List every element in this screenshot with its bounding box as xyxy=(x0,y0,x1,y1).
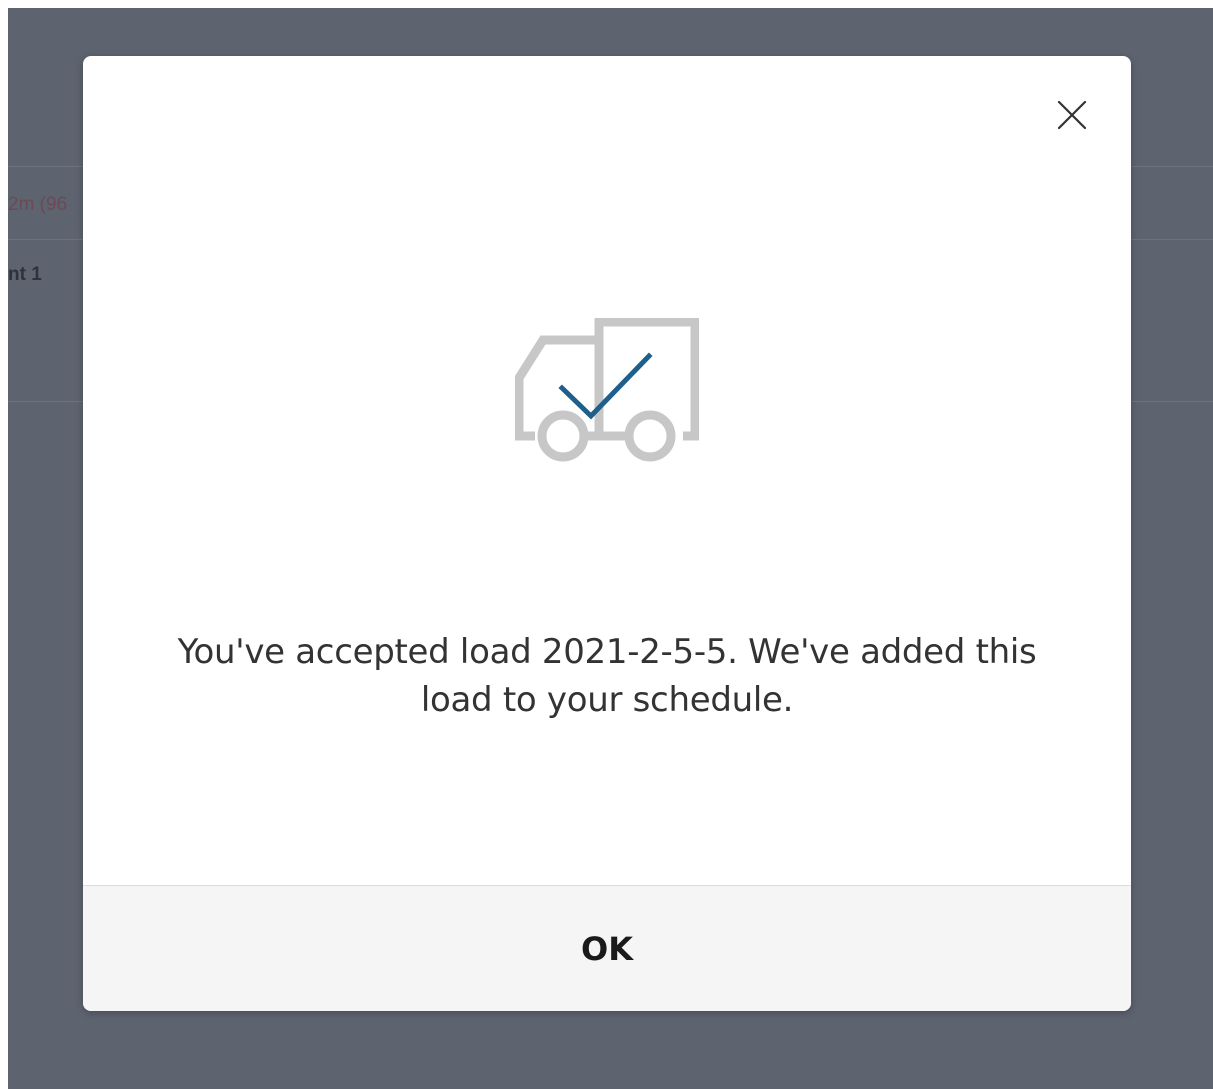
confirmation-message: You've accepted load 2021-2-5-5. We've a… xyxy=(177,632,1037,720)
close-icon xyxy=(1057,100,1087,130)
background-duration-text: 2m (96 xyxy=(8,194,68,215)
dialog-footer: OK xyxy=(83,885,1131,1011)
confirmation-dialog: You've accepted load 2021-2-5-5. We've a… xyxy=(83,56,1131,1011)
close-button[interactable] xyxy=(1053,96,1091,134)
screen: 2m (96 nt 1 You've accepted load 2021-2-… xyxy=(0,0,1213,1089)
ok-button[interactable]: OK xyxy=(83,886,1131,1011)
background-name-text: nt 1 xyxy=(8,264,42,285)
truck-check-icon xyxy=(515,318,699,462)
